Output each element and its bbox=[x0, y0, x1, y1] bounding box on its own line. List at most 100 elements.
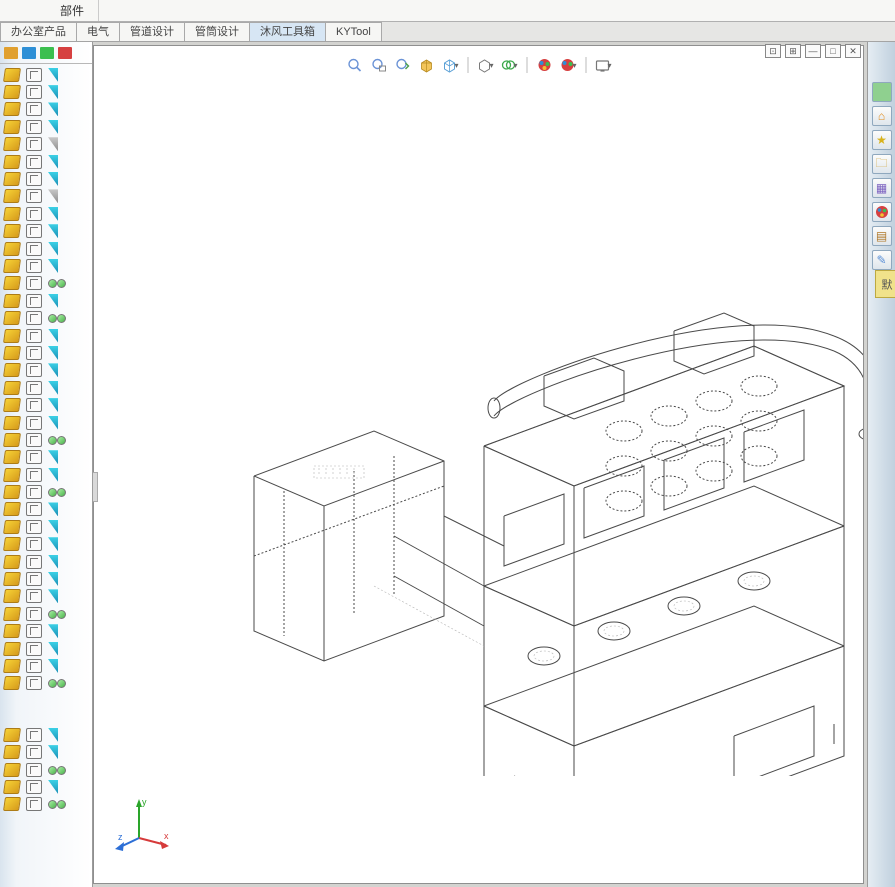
sheet-icon bbox=[26, 502, 42, 516]
tree-row[interactable] bbox=[2, 83, 90, 100]
dimxpert-tab-icon[interactable] bbox=[58, 47, 72, 59]
tree-row[interactable] bbox=[2, 257, 90, 274]
tree-row[interactable] bbox=[2, 726, 90, 743]
viewport-container: ▾ ▾ ▾ ▾ ▾ bbox=[93, 42, 867, 887]
tree-row[interactable] bbox=[2, 309, 90, 326]
sheet-icon bbox=[26, 346, 42, 360]
graphics-viewport[interactable]: ▾ ▾ ▾ ▾ ▾ bbox=[93, 45, 864, 884]
win-close-icon[interactable]: ✕ bbox=[845, 44, 861, 58]
tree-row[interactable] bbox=[2, 170, 90, 187]
tree-row[interactable] bbox=[2, 275, 90, 292]
home-tab-icon[interactable]: ⌂ bbox=[872, 106, 892, 126]
tree-row[interactable] bbox=[2, 153, 90, 170]
tab-office[interactable]: 办公室产品 bbox=[0, 22, 77, 41]
display-style-icon[interactable]: ▾ bbox=[441, 56, 459, 74]
hide-show-icon[interactable]: ▾ bbox=[500, 56, 518, 74]
view-settings-icon[interactable]: ▾ bbox=[594, 56, 612, 74]
shown-icon bbox=[48, 537, 58, 551]
tree-row[interactable] bbox=[2, 796, 90, 813]
tree-row[interactable] bbox=[2, 66, 90, 83]
part-icon bbox=[3, 102, 21, 116]
file-explorer-tab-icon[interactable]: 🗀 bbox=[872, 154, 892, 174]
appearances-tab-icon[interactable] bbox=[872, 202, 892, 222]
tree-row[interactable] bbox=[2, 396, 90, 413]
tree-row[interactable] bbox=[2, 501, 90, 518]
tree-row[interactable] bbox=[2, 379, 90, 396]
zoom-to-area-icon[interactable] bbox=[369, 56, 387, 74]
tab-electrical[interactable]: 电气 bbox=[76, 22, 120, 41]
tree-row[interactable] bbox=[2, 761, 90, 778]
edit-appearance-icon[interactable] bbox=[535, 56, 553, 74]
tree-row[interactable] bbox=[2, 292, 90, 309]
zoom-to-fit-icon[interactable] bbox=[345, 56, 363, 74]
tree-row[interactable] bbox=[2, 518, 90, 535]
sheet-icon bbox=[26, 433, 42, 447]
feature-tree-tab-icon[interactable] bbox=[4, 47, 18, 59]
tree-row[interactable] bbox=[2, 483, 90, 500]
tree-row[interactable] bbox=[2, 623, 90, 640]
win-minimize-icon[interactable]: — bbox=[805, 44, 821, 58]
tree-row[interactable] bbox=[2, 101, 90, 118]
part-icon bbox=[3, 468, 21, 482]
tree-row[interactable] bbox=[2, 136, 90, 153]
tab-mufeng[interactable]: 沐风工具箱 bbox=[249, 22, 326, 41]
part-icon bbox=[3, 797, 21, 811]
win-cascade-icon[interactable]: ⊞ bbox=[785, 44, 801, 58]
tab-piping[interactable]: 管道设计 bbox=[119, 22, 185, 41]
forum-tab-icon[interactable]: ✎ bbox=[872, 250, 892, 270]
tree-row[interactable] bbox=[2, 588, 90, 605]
tree-row[interactable] bbox=[2, 205, 90, 222]
view-orientation-icon[interactable]: ▾ bbox=[476, 56, 494, 74]
tree-row[interactable] bbox=[2, 743, 90, 760]
tree-row[interactable] bbox=[2, 414, 90, 431]
tree-row[interactable] bbox=[2, 605, 90, 622]
part-icon bbox=[3, 207, 21, 221]
previous-view-icon[interactable] bbox=[393, 56, 411, 74]
tree-row[interactable] bbox=[2, 657, 90, 674]
tree-row[interactable] bbox=[2, 553, 90, 570]
sheet-icon bbox=[26, 137, 42, 151]
tree-row[interactable] bbox=[2, 240, 90, 257]
tab-tubing[interactable]: 管筒设计 bbox=[184, 22, 250, 41]
tab-kytool[interactable]: KYTool bbox=[325, 22, 382, 41]
tree-row[interactable] bbox=[2, 778, 90, 795]
tree-row[interactable] bbox=[2, 570, 90, 587]
tree-row[interactable] bbox=[2, 466, 90, 483]
design-library-tab-icon[interactable]: ★ bbox=[872, 130, 892, 150]
config-tab-icon[interactable] bbox=[40, 47, 54, 59]
part-icon bbox=[3, 85, 21, 99]
model-wireframe bbox=[194, 216, 864, 776]
tree-row[interactable] bbox=[2, 536, 90, 553]
tree-row[interactable] bbox=[2, 344, 90, 361]
menu-item-parts[interactable]: 部件 bbox=[46, 0, 99, 21]
tree-row[interactable] bbox=[2, 223, 90, 240]
tree-row[interactable] bbox=[2, 449, 90, 466]
tree-row[interactable] bbox=[2, 327, 90, 344]
property-tab-icon[interactable] bbox=[22, 47, 36, 59]
feature-tree[interactable] bbox=[0, 64, 92, 815]
tree-row[interactable] bbox=[2, 118, 90, 135]
tree-row[interactable] bbox=[2, 640, 90, 657]
custom-props-tab-icon[interactable]: ▤ bbox=[872, 226, 892, 246]
resources-tab-icon[interactable] bbox=[872, 82, 892, 102]
part-icon bbox=[3, 676, 21, 690]
triad-icon[interactable]: y x z bbox=[114, 793, 174, 853]
tree-row[interactable] bbox=[2, 675, 90, 692]
tree-row[interactable] bbox=[2, 188, 90, 205]
part-icon bbox=[3, 172, 21, 186]
right-flyout-tab[interactable]: 默 bbox=[875, 270, 895, 298]
win-tile-icon[interactable]: ⊡ bbox=[765, 44, 781, 58]
sheet-icon bbox=[26, 607, 42, 621]
view-palette-tab-icon[interactable]: ▦ bbox=[872, 178, 892, 198]
apply-scene-icon[interactable]: ▾ bbox=[559, 56, 577, 74]
sheet-icon bbox=[26, 728, 42, 742]
tree-row[interactable] bbox=[2, 431, 90, 448]
part-icon bbox=[3, 346, 21, 360]
section-view-icon[interactable] bbox=[417, 56, 435, 74]
tree-row[interactable] bbox=[2, 362, 90, 379]
sheet-icon bbox=[26, 68, 42, 82]
command-tab-strip: 办公室产品 电气 管道设计 管筒设计 沐风工具箱 KYTool bbox=[0, 22, 895, 42]
sheet-icon bbox=[26, 120, 42, 134]
panel-drag-handle[interactable] bbox=[93, 472, 98, 502]
win-maximize-icon[interactable]: □ bbox=[825, 44, 841, 58]
